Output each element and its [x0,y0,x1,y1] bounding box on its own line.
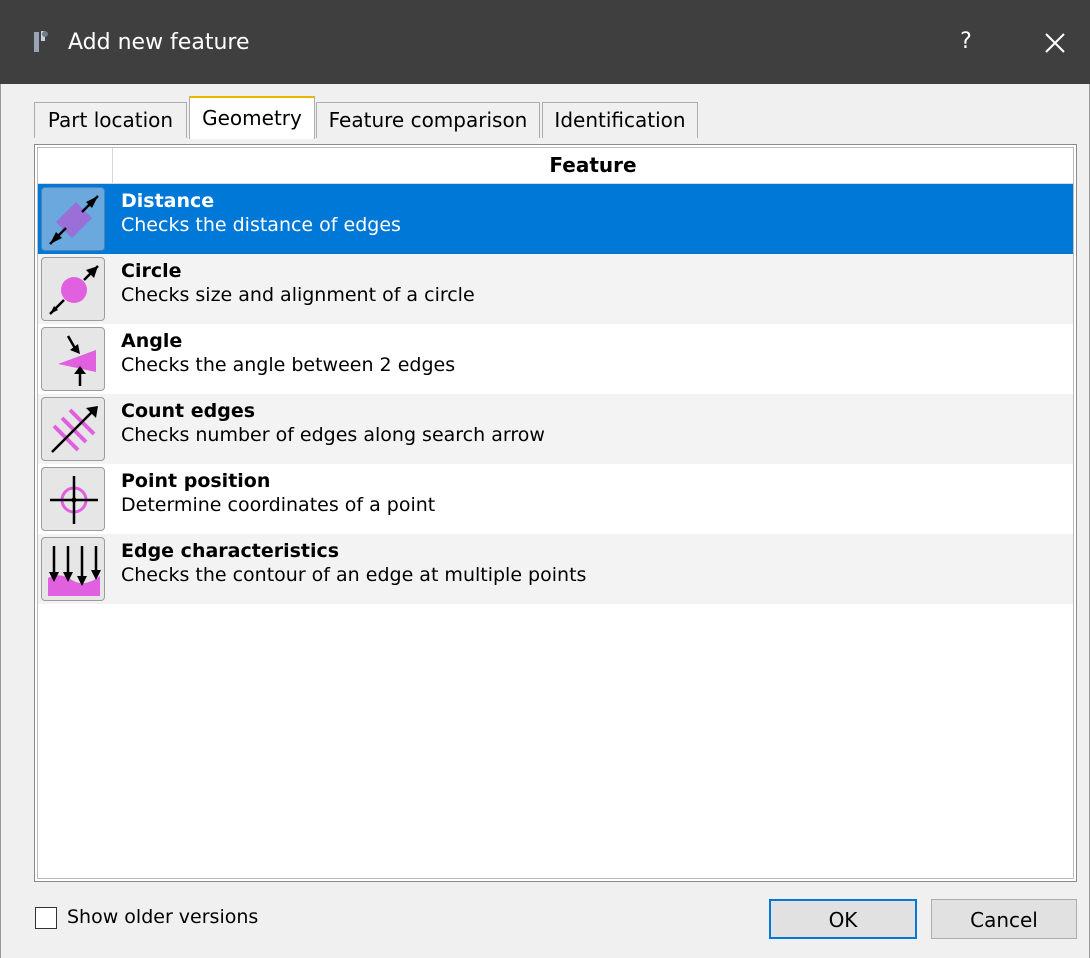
row-title: Angle [121,330,183,352]
table-header: Feature [38,148,1073,184]
angle-icon [41,327,105,391]
circle-icon [41,257,105,321]
row-description: Checks the distance of edges [121,214,401,236]
feature-row-edge-characteristics[interactable]: Edge characteristics Checks the contour … [38,534,1073,604]
window-title: Add new feature [68,30,250,55]
count-edges-icon [41,397,105,461]
row-title: Edge characteristics [121,540,340,562]
distance-icon [41,187,105,251]
show-older-versions-checkbox[interactable] [35,907,57,929]
title-bar: Add new feature ? [0,0,1090,84]
cancel-button[interactable]: Cancel [931,899,1077,939]
ok-button[interactable]: OK [769,899,917,939]
close-icon [1045,33,1065,53]
row-title: Distance [121,190,215,212]
row-title: Circle [121,260,182,282]
feature-table: Feature Distance Checks the distance of … [37,147,1074,879]
row-description: Checks the contour of an edge at multipl… [121,564,587,586]
point-position-icon [41,467,105,531]
help-button[interactable]: ? [944,20,988,64]
header-icon-column [38,148,113,183]
feature-row-distance[interactable]: Distance Checks the distance of edges [38,184,1073,254]
row-title: Point position [121,470,271,492]
feature-row-circle[interactable]: Circle Checks size and alignment of a ci… [38,254,1073,324]
tab-part-location[interactable]: Part location [34,102,187,138]
row-description: Determine coordinates of a point [121,494,436,516]
tab-feature-comparison[interactable]: Feature comparison [316,102,540,138]
feature-row-count-edges[interactable]: Count edges Checks number of edges along… [38,394,1073,464]
row-description: Checks the angle between 2 edges [121,354,456,376]
geometry-tab-panel: Feature Distance Checks the distance of … [34,144,1077,882]
show-older-versions-label[interactable]: Show older versions [67,905,258,929]
close-button[interactable] [1020,16,1090,70]
tab-identification[interactable]: Identification [542,102,698,138]
row-description: Checks size and alignment of a circle [121,284,475,306]
app-icon [31,29,51,59]
feature-row-angle[interactable]: Angle Checks the angle between 2 edges [38,324,1073,394]
row-description: Checks number of edges along search arro… [121,424,545,446]
header-feature: Feature [549,153,637,177]
edge-characteristics-icon [41,537,105,601]
feature-row-point-position[interactable]: Point position Determine coordinates of … [38,464,1073,534]
tab-geometry[interactable]: Geometry [189,96,315,139]
row-title: Count edges [121,400,256,422]
